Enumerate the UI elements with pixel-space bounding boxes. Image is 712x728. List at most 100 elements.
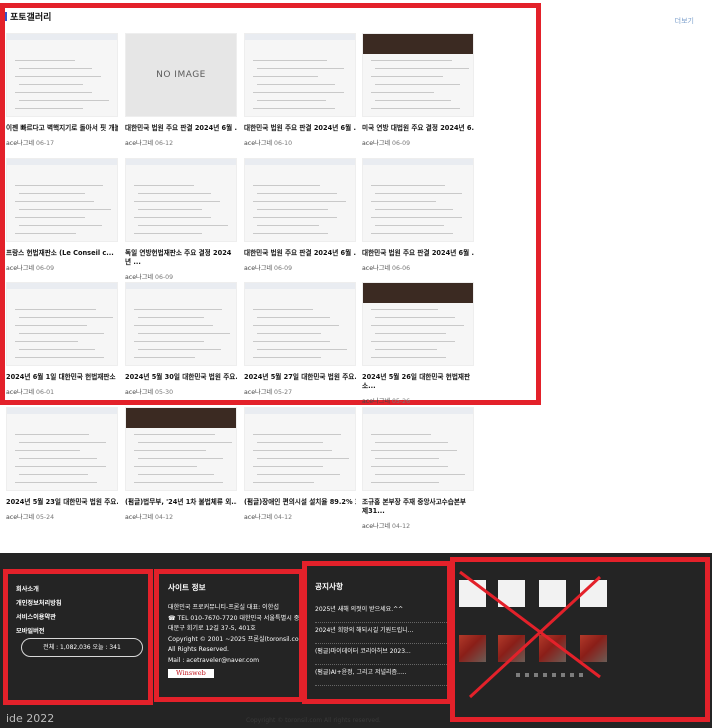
card-author[interactable]: ace나그네 [362, 398, 390, 405]
thumb-text-line [371, 434, 431, 435]
gallery-thumbnail[interactable] [362, 33, 474, 117]
card-author[interactable]: ace나그네 [125, 389, 153, 396]
thumb-text-line [253, 201, 346, 202]
thumb-text-line [15, 325, 87, 326]
thumb-text-line [257, 68, 344, 69]
card-author[interactable]: ace나그네 [362, 140, 390, 147]
card-author[interactable]: ace나그네 [362, 523, 390, 530]
gallery-more-link[interactable]: 더보기 [675, 16, 694, 26]
thumb-text-line [371, 217, 462, 218]
card-author[interactable]: ace나그네 [125, 140, 153, 147]
thumb-text-line [257, 458, 349, 459]
gallery-card[interactable]: NO IMAGE 대한민국 법원 주요 판결 2024년 6월 ... ace나그네… [125, 33, 237, 147]
gallery-thumbnail[interactable] [6, 282, 118, 366]
thumb-text-line [15, 185, 103, 186]
gallery-card-title[interactable]: 독일 연방헌법재판소 주요 결정 2024년 ... [125, 249, 237, 267]
gallery-card-title[interactable]: 대한민국 법원 주요 판결 2024년 6월 ... [125, 124, 237, 133]
gallery-card[interactable]: 대한민국 법원 주요 판결 2024년 6월 ... ace나그네 06-09 [244, 158, 356, 272]
thumb-text-line [257, 442, 323, 443]
thumb-header [126, 159, 236, 165]
thumb-text-line [371, 325, 464, 326]
gallery-card-title[interactable]: 대한민국 법원 주요 판결 2024년 6월 ... [244, 249, 356, 258]
gallery-card[interactable]: (펌글)법무부, '24년 1차 불법체류 외... ace나그네 04-12 [125, 407, 237, 521]
gallery-card-title[interactable]: 미국 연방 대법원 주요 결정 2024년 6... [362, 124, 474, 133]
gallery-card-meta: ace나그네 04-12 [244, 512, 356, 521]
gallery-thumbnail[interactable] [362, 282, 474, 366]
gallery-thumbnail[interactable] [6, 158, 118, 242]
gallery-card[interactable]: 2024년 6월 1일 대한민국 헌법재판소 ... ace나그네 06-01 [6, 282, 118, 396]
gallery-thumbnail[interactable] [244, 282, 356, 366]
gallery-card-title[interactable]: 대한민국 법원 주요 판결 2024년 6월 ... [362, 249, 474, 258]
thumb-text-line [19, 349, 95, 350]
card-author[interactable]: ace나그네 [125, 274, 153, 281]
gallery-card-title[interactable]: 2024년 5월 26일 대한민국 헌법재판소... [362, 373, 474, 391]
thumb-text-line [371, 466, 448, 467]
gallery-card-title[interactable]: 이젠 빠르다고 벽핵지기로 돌아서 핏 개볼... [6, 124, 118, 133]
thumb-text-line [134, 233, 202, 234]
thumb-text-line [253, 450, 332, 451]
thumb-text-line [257, 209, 328, 210]
gallery-card[interactable]: (펌글)장애인 편의시설 설치율 89.2% 호... ace나그네 04-12 [244, 407, 356, 521]
gallery-card[interactable]: 독일 연방헌법재판소 주요 결정 2024년 ... ace나그네 06-09 [125, 158, 237, 281]
thumb-text-line [15, 76, 101, 77]
gallery-thumbnail[interactable] [6, 33, 118, 117]
thumb-text-line [134, 466, 197, 467]
card-author[interactable]: ace나그네 [244, 389, 272, 396]
gallery-card[interactable]: 2024년 5월 27일 대한민국 법원 주요... ace나그네 05-27 [244, 282, 356, 396]
faint-copyright: Copyright © toronsil.com All rights rese… [246, 717, 381, 724]
gallery-card[interactable]: 대한민국 법원 주요 판결 2024년 6월 ... ace나그네 06-10 [244, 33, 356, 147]
card-author[interactable]: ace나그네 [125, 514, 153, 521]
thumb-text-line [15, 60, 75, 61]
thumb-text-line [134, 357, 195, 358]
gallery-thumbnail[interactable] [362, 158, 474, 242]
gallery-card[interactable]: 조규홍 본부장 주재 중앙사고수습본부 제31... ace나그네 04-12 [362, 407, 474, 530]
gallery-card[interactable]: 2024년 5월 26일 대한민국 헌법재판소... ace나그네 05-26 [362, 282, 474, 405]
card-date: 04-12 [155, 514, 174, 521]
card-author[interactable]: ace나그네 [6, 514, 34, 521]
gallery-card[interactable]: 대한민국 법원 주요 판결 2024년 6월 ... ace나그네 06-06 [362, 158, 474, 272]
gallery-card-meta: ace나그네 06-06 [362, 263, 474, 272]
gallery-thumbnail[interactable] [125, 282, 237, 366]
card-author[interactable]: ace나그네 [244, 140, 272, 147]
gallery-thumbnail[interactable]: NO IMAGE [125, 33, 237, 117]
gallery-card-title[interactable]: 조규홍 본부장 주재 중앙사고수습본부 제31... [362, 498, 474, 516]
gallery-card-meta: ace나그네 05-24 [6, 512, 118, 521]
gallery-card[interactable]: 미국 연방 대법원 주요 결정 2024년 6... ace나그네 06-09 [362, 33, 474, 147]
gallery-thumbnail[interactable] [244, 33, 356, 117]
thumb-text-line [19, 458, 97, 459]
card-author[interactable]: ace나그네 [362, 265, 390, 272]
card-date: 04-12 [274, 514, 293, 521]
thumb-text-line [15, 201, 94, 202]
gallery-card[interactable]: 프랑스 헌법재판소 (Le Conseil c... ace나그네 06-09 [6, 158, 118, 272]
gallery-card-title[interactable]: (펌글)장애인 편의시설 설치율 89.2% 호... [244, 498, 356, 507]
gallery-card[interactable]: 2024년 5월 23일 대한민국 법원 주요... ace나그네 05-24 [6, 407, 118, 521]
gallery-thumbnail[interactable] [244, 407, 356, 491]
card-author[interactable]: ace나그네 [244, 265, 272, 272]
gallery-thumbnail[interactable] [244, 158, 356, 242]
title-marker [5, 12, 7, 21]
thumb-text-line [138, 193, 211, 194]
gallery-card-title[interactable]: 2024년 5월 30일 대한민국 법원 주요... [125, 373, 237, 382]
gallery-card-title[interactable]: 2024년 5월 27일 대한민국 법원 주요... [244, 373, 356, 382]
thumb-text-line [375, 68, 469, 69]
card-author[interactable]: ace나그네 [244, 514, 272, 521]
thumb-text-line [15, 357, 104, 358]
thumb-text-line [19, 100, 109, 101]
thumb-text-line [253, 434, 341, 435]
card-author[interactable]: ace나그네 [6, 265, 34, 272]
thumb-text-line [253, 217, 337, 218]
gallery-card[interactable]: 이젠 빠르다고 벽핵지기로 돌아서 핏 개볼... ace나그네 06-17 [6, 33, 118, 147]
card-author[interactable]: ace나그네 [6, 140, 34, 147]
gallery-card[interactable]: 2024년 5월 30일 대한민국 법원 주요... ace나그네 05-30 [125, 282, 237, 396]
gallery-card-title[interactable]: 2024년 6월 1일 대한민국 헌법재판소 ... [6, 373, 118, 382]
gallery-thumbnail[interactable] [6, 407, 118, 491]
card-author[interactable]: ace나그네 [6, 389, 34, 396]
gallery-card-meta: ace나그네 06-01 [6, 387, 118, 396]
gallery-card-title[interactable]: 2024년 5월 23일 대한민국 법원 주요... [6, 498, 118, 507]
gallery-thumbnail[interactable] [125, 407, 237, 491]
gallery-card-title[interactable]: 프랑스 헌법재판소 (Le Conseil c... [6, 249, 118, 258]
gallery-thumbnail[interactable] [362, 407, 474, 491]
gallery-card-title[interactable]: 대한민국 법원 주요 판결 2024년 6월 ... [244, 124, 356, 133]
gallery-card-title[interactable]: (펌글)법무부, '24년 1차 불법체류 외... [125, 498, 237, 507]
gallery-thumbnail[interactable] [125, 158, 237, 242]
